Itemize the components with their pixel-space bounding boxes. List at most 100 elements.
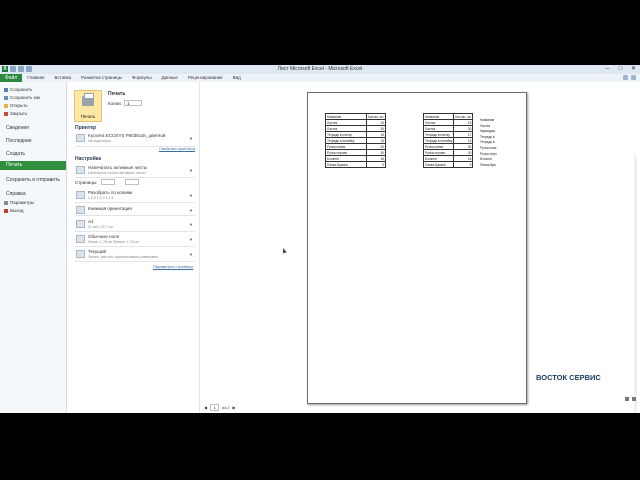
next-page-icon[interactable]: ▶ — [232, 405, 235, 410]
chevron-down-icon: ▼ — [189, 193, 193, 198]
table-cell-qty: 9 — [453, 161, 474, 168]
prev-page-icon[interactable]: ◀ — [204, 405, 207, 410]
current-page-input[interactable]: 1 — [210, 404, 220, 411]
nav-recent[interactable]: Последние — [6, 138, 32, 144]
close-button[interactable]: ✕ — [629, 65, 638, 73]
tab-review[interactable]: Рецензирование — [183, 74, 228, 82]
chevron-down-icon: ▼ — [189, 208, 193, 213]
paper-size-dropdown[interactable]: A4 21 см x 29,7 см ▼ — [75, 218, 195, 232]
print-settings-panel: Печать Печать Копии: 1 Принтер Kyocera E… — [67, 82, 200, 413]
chevron-down-icon: ▼ — [189, 252, 193, 257]
table-row: Папка-Бумага 9 — [325, 161, 386, 168]
backstage-nav: Сохранить Сохранить как Открыть Закрыть … — [0, 82, 67, 413]
table-cell-name: Папка-Бумага — [325, 161, 367, 168]
tab-view[interactable]: Вид — [228, 74, 246, 82]
printer-icon — [76, 134, 85, 142]
nav-print-label: Печать — [6, 162, 23, 168]
margins-label: Обычные поля — [88, 234, 120, 239]
printer-icon — [82, 93, 94, 106]
folder-icon — [4, 103, 8, 108]
collate-sub: 1,2,3 1,2,3 1,2,3 — [88, 196, 114, 200]
column3-cell: Карандаш — [480, 129, 496, 134]
nav-open-label: Открыть — [10, 103, 28, 108]
page-navigator: ◀ 1 из 2 ▶ — [204, 404, 236, 411]
table-cell-name: Папка-Бумага — [422, 161, 455, 168]
nav-save-as-label: Сохранить как — [10, 95, 41, 100]
page-setup-link[interactable]: Параметры страницы — [153, 264, 193, 269]
watermark-text: ВОСТОК СЕРВИС — [536, 373, 601, 382]
maximize-button[interactable]: □ — [616, 65, 625, 73]
printer-section-title: Принтер — [75, 125, 97, 131]
nav-exit-label: Выход — [10, 208, 24, 213]
window-controls: – □ ✕ — [603, 65, 638, 73]
window-title: Лист Microsoft Excel - Microsoft Excel — [277, 66, 363, 72]
paper-sub: 21 см x 29,7 см — [88, 225, 113, 229]
preview-table-2: Название Кол-во, шт Ластик 15 Ластик 30 Тетр… — [422, 113, 474, 168]
scaling-label: Текущий — [88, 249, 106, 254]
nav-save-as[interactable]: Сохранить как — [4, 95, 40, 100]
nav-options[interactable]: Параметры — [4, 200, 34, 205]
nav-options-label: Параметры — [10, 200, 34, 205]
preview-table-1: Название Кол-во, шт Ластик 15 Ластик 30 Тетр… — [325, 113, 386, 168]
table-row: Папка-Бумага 9 — [422, 161, 474, 168]
tab-file[interactable]: Файл — [0, 74, 23, 82]
exit-icon — [4, 208, 8, 213]
table-cell-qty: 9 — [366, 161, 386, 168]
nav-print[interactable]: Печать — [0, 161, 66, 170]
minimize-button[interactable]: – — [603, 65, 612, 73]
options-icon — [4, 200, 8, 205]
chevron-down-icon: ▼ — [189, 237, 193, 242]
help-icon[interactable] — [623, 75, 628, 80]
nav-close[interactable]: Закрыть — [4, 111, 27, 116]
print-button[interactable]: Печать — [74, 90, 102, 122]
collate-dropdown[interactable]: Разобрать по копиям 1,2,3 1,2,3 1,2,3 ▼ — [75, 189, 195, 203]
ribbon-right-controls — [623, 75, 636, 80]
orientation-dropdown[interactable]: Книжная ориентация ▼ — [75, 204, 195, 216]
nav-save[interactable]: Сохранить — [4, 87, 32, 92]
nav-exit[interactable]: Выход — [4, 208, 23, 213]
zoom-controls — [625, 397, 636, 401]
pages-label: Страницы: — [75, 180, 98, 185]
sheets-icon — [76, 166, 85, 174]
nav-save-label: Сохранить — [10, 87, 33, 92]
print-title: Печать — [108, 91, 126, 97]
scaling-sub: Печать листов с фактическими размерами — [88, 255, 158, 259]
column3-cell: Папка-бум — [480, 162, 496, 167]
settings-section-title: Настройка — [75, 156, 102, 162]
preview-page: Название Кол-во, шт Ластик 15 Ластик 30 Тетр… — [307, 92, 527, 404]
pages-to-input[interactable] — [125, 179, 139, 185]
copies-input[interactable]: 1 — [124, 100, 142, 106]
tab-home[interactable]: Главная — [22, 74, 49, 82]
nav-help[interactable]: Справка — [6, 191, 26, 197]
paper-icon — [76, 220, 85, 228]
nav-share[interactable]: Сохранить и отправить — [6, 177, 60, 183]
show-margins-icon[interactable] — [625, 397, 629, 401]
print-what-dropdown[interactable]: Напечатать активные листы Напечатать тол… — [75, 164, 195, 178]
printer-properties-link[interactable]: Свойства принтера — [159, 146, 195, 151]
print-button-label: Печать — [80, 114, 96, 119]
chevron-down-icon: ▼ — [189, 222, 193, 227]
close-file-icon — [4, 111, 8, 116]
nav-info[interactable]: Сведения — [6, 125, 29, 131]
tab-page-layout[interactable]: Разметка страницы — [76, 74, 127, 82]
tab-insert[interactable]: Вставка — [49, 74, 76, 82]
save-as-icon — [4, 95, 8, 100]
scaling-icon — [76, 250, 85, 258]
ribbon-minimize-icon[interactable] — [631, 75, 636, 80]
zoom-to-page-icon[interactable] — [632, 397, 636, 401]
portrait-icon — [76, 206, 85, 214]
page-count: из 2 — [222, 405, 230, 410]
pages-from-input[interactable] — [101, 179, 115, 185]
orientation-label: Книжная ориентация — [88, 206, 132, 211]
preview-scrollbar[interactable] — [634, 155, 637, 413]
paper-label: A4 — [88, 219, 94, 224]
tab-data[interactable]: Данные — [157, 74, 183, 82]
margins-icon — [76, 235, 85, 243]
margins-dropdown[interactable]: Обычные поля Левое: 1,78 см Правое: 1,78… — [75, 233, 195, 247]
printer-dropdown[interactable]: Kyocera ECOSYS P6035cdn_цветной Не подкл… — [75, 132, 195, 147]
scaling-dropdown[interactable]: Текущий Печать листов с фактическими раз… — [75, 248, 195, 262]
nav-new[interactable]: Создать — [6, 151, 25, 157]
nav-open[interactable]: Открыть — [4, 103, 28, 108]
print-what-label: Напечатать активные листы — [88, 165, 148, 170]
tab-formulas[interactable]: Формулы — [127, 74, 157, 82]
